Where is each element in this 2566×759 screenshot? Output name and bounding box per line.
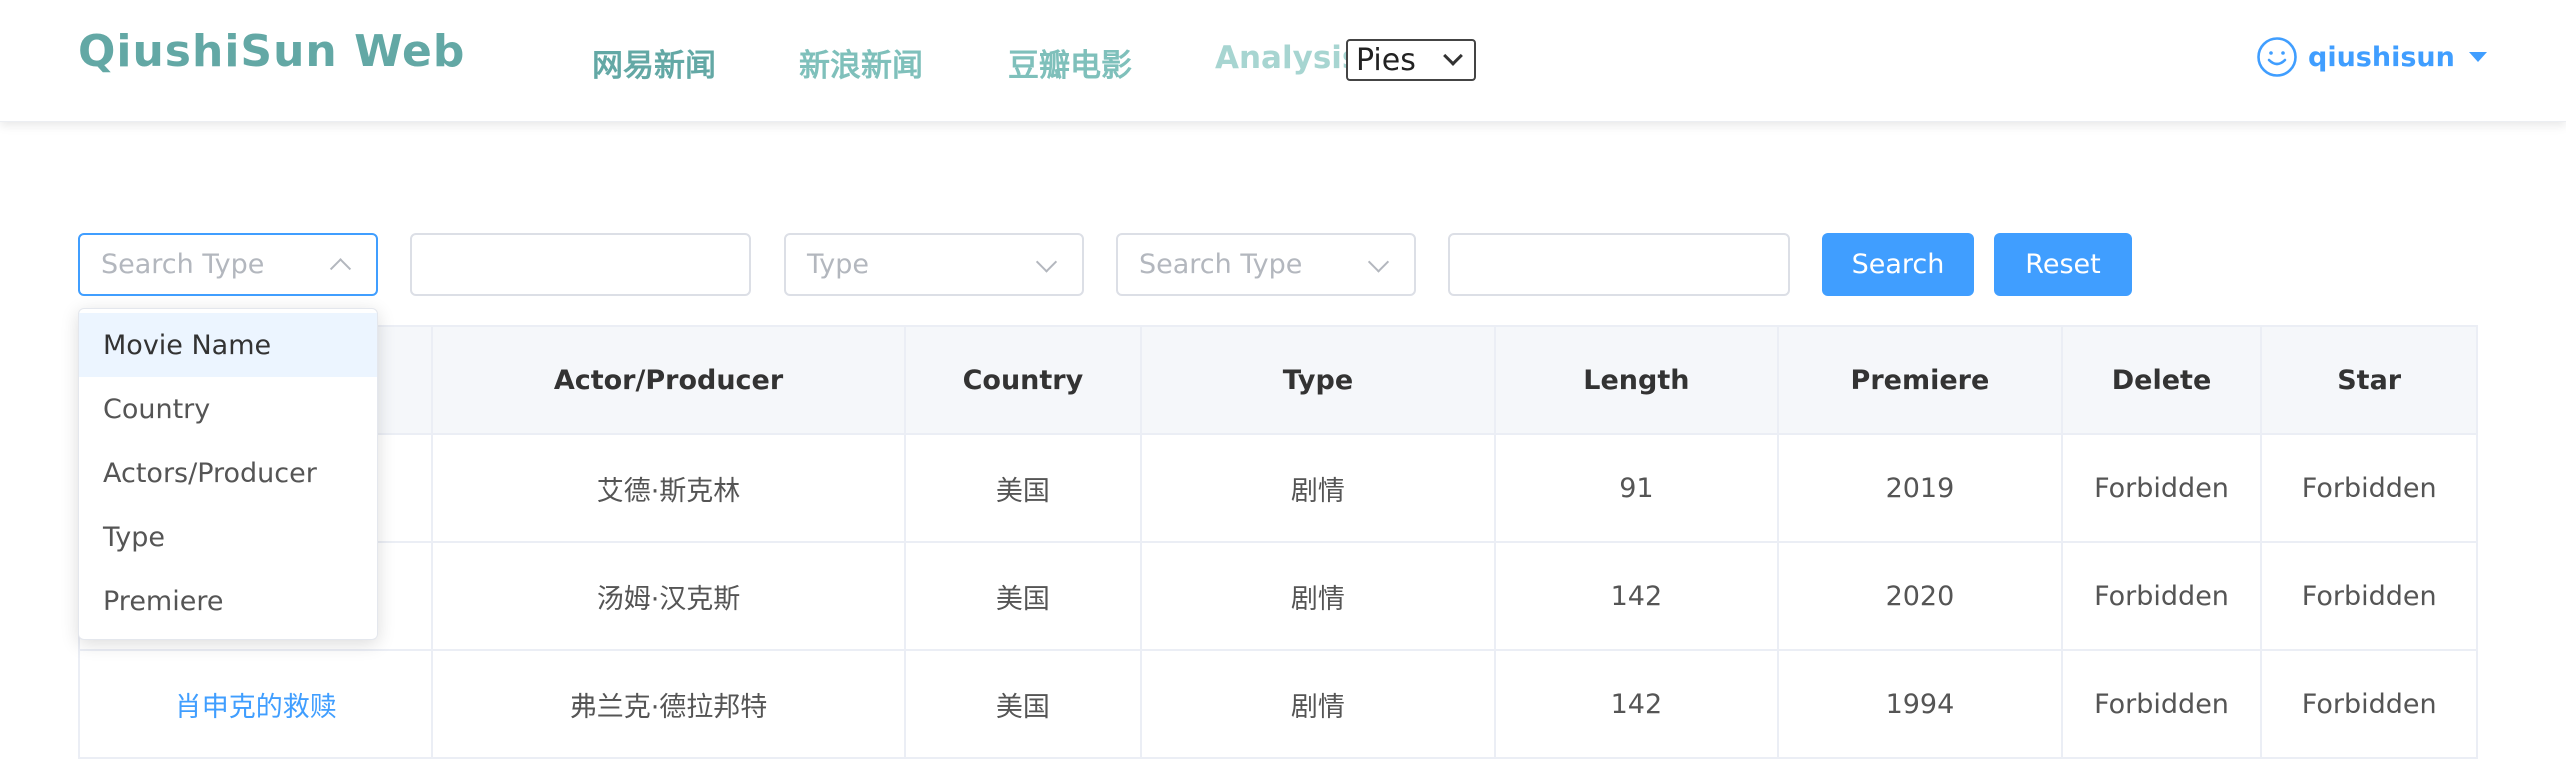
top-navbar: QiushiSun Web 网易新闻 新浪新闻 豆瓣电影 Analysis Pi… [0, 0, 2566, 122]
reset-button[interactable]: Reset [1994, 233, 2132, 296]
column-header-actor: Actor/Producer [433, 327, 906, 433]
type-select[interactable]: Type [784, 233, 1084, 296]
table-row: 肖申克的救赎 弗兰克·德拉邦特 美国 剧情 142 1994 Forbidden… [80, 651, 2476, 759]
country-cell: 美国 [906, 651, 1143, 757]
delete-cell: Forbidden [2063, 543, 2263, 649]
second-search-type-select[interactable]: Search Type [1116, 233, 1416, 296]
premiere-cell: 2020 [1779, 543, 2063, 649]
nav-douban-movie[interactable]: 豆瓣电影 [1008, 40, 1132, 85]
movie-name-link[interactable]: 肖申克的救赎 [80, 651, 434, 757]
dropdown-option-premiere[interactable]: Premiere [79, 569, 377, 633]
nav-analysis[interactable]: Analysis [1215, 40, 1360, 76]
type-placeholder: Type [807, 249, 870, 280]
second-search-type-placeholder: Search Type [1139, 249, 1303, 280]
dropdown-option-country[interactable]: Country [79, 377, 377, 441]
dropdown-option-movie-name[interactable]: Movie Name [79, 313, 377, 377]
column-header-delete: Delete [2063, 327, 2263, 433]
second-keyword-input[interactable] [1448, 233, 1790, 296]
actor-cell: 艾德·斯克林 [433, 435, 906, 541]
search-type-dropdown: Movie Name Country Actors/Producer Type … [78, 308, 378, 640]
table-header-row: Actor/Producer Country Type Length Premi… [80, 327, 2476, 435]
premiere-cell: 1994 [1779, 651, 2063, 757]
chevron-down-icon [1367, 250, 1390, 273]
chevron-down-icon [1443, 46, 1463, 66]
premiere-cell: 2019 [1779, 435, 2063, 541]
star-cell: Forbidden [2301, 580, 2437, 612]
nav-netease-news[interactable]: 网易新闻 [592, 40, 716, 85]
length-cell: 91 [1496, 435, 1780, 541]
delete-cell: Forbidden [2063, 435, 2263, 541]
column-header-type: Type [1142, 327, 1496, 433]
chevron-down-icon [1035, 250, 1058, 273]
star-cell: Forbidden [2301, 472, 2437, 504]
type-cell: 剧情 [1142, 543, 1496, 649]
actor-cell: 汤姆·汉克斯 [433, 543, 906, 649]
dropdown-option-actors-producer[interactable]: Actors/Producer [79, 441, 377, 505]
country-cell: 美国 [906, 543, 1143, 649]
nav-sina-news[interactable]: 新浪新闻 [799, 40, 923, 85]
table-row: 汤姆·汉克斯 美国 剧情 142 2020 Forbidden Forbidde… [80, 543, 2476, 651]
star-cell: Forbidden [2301, 688, 2437, 720]
type-cell: 剧情 [1142, 651, 1496, 757]
analysis-select[interactable]: Pies [1346, 39, 1476, 81]
actor-cell: 弗兰克·德拉邦特 [433, 651, 906, 757]
search-keyword-input[interactable] [410, 233, 751, 296]
smile-icon [2257, 37, 2297, 77]
column-header-star: Star [2337, 364, 2402, 396]
chevron-up-icon [329, 257, 352, 279]
movie-table: Actor/Producer Country Type Length Premi… [78, 325, 2478, 759]
type-cell: 剧情 [1142, 435, 1496, 541]
length-cell: 142 [1496, 651, 1780, 757]
brand-logo[interactable]: QiushiSun Web [78, 26, 465, 77]
length-cell: 142 [1496, 543, 1780, 649]
search-type-select[interactable]: Search Type [78, 233, 378, 296]
username: qiushisun [2308, 41, 2455, 73]
country-cell: 美国 [906, 435, 1143, 541]
column-header-length: Length [1496, 327, 1780, 433]
analysis-select-value: Pies [1356, 42, 1416, 78]
caret-down-icon [2468, 52, 2487, 62]
user-menu[interactable]: qiushisun [2256, 36, 2487, 78]
delete-cell: Forbidden [2063, 651, 2263, 757]
dropdown-option-type[interactable]: Type [79, 505, 377, 569]
search-type-placeholder: Search Type [101, 249, 265, 280]
column-header-premiere: Premiere [1779, 327, 2063, 433]
column-header-country: Country [906, 327, 1143, 433]
search-button[interactable]: Search [1822, 233, 1974, 296]
table-row: 艾德·斯克林 美国 剧情 91 2019 Forbidden Forbidden [80, 435, 2476, 543]
